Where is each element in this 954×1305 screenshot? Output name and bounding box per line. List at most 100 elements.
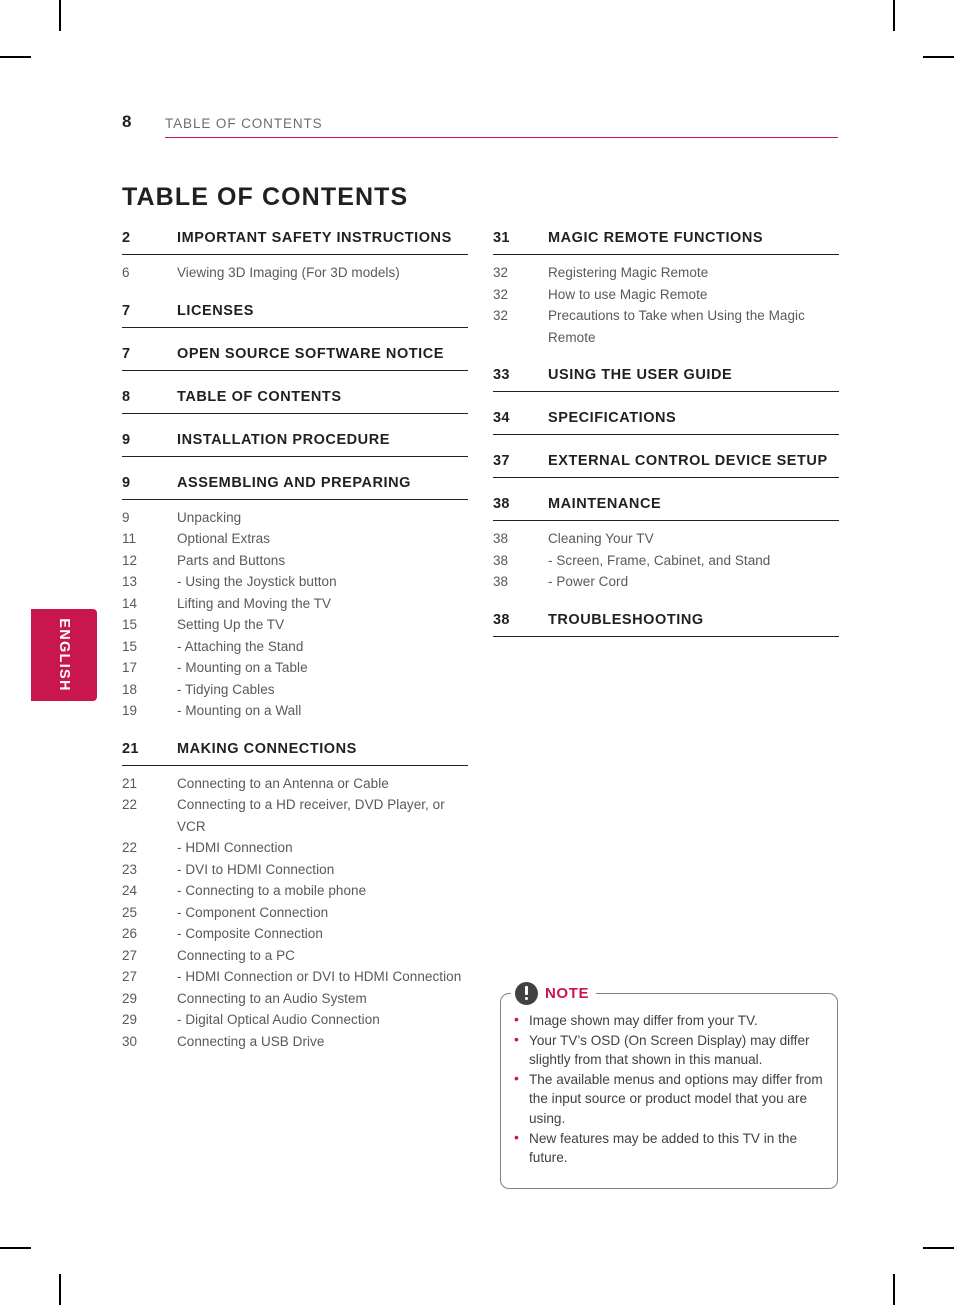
- toc-entry-label: - HDMI Connection: [177, 840, 293, 855]
- toc-entry-label: - Component Connection: [177, 904, 329, 920]
- page-title: TABLE OF CONTENTS: [122, 182, 409, 211]
- toc-entry[interactable]: 24 - Connecting to a mobile phone: [122, 880, 468, 902]
- toc-entry[interactable]: 13 - Using the Joystick button: [122, 571, 468, 593]
- toc-entry-page-number: 6: [122, 265, 130, 280]
- toc-entry-label: - Attaching the Stand: [177, 638, 304, 654]
- toc-entry-list: 32 Registering Magic Remote 32 How to use M…: [493, 262, 839, 348]
- crop-mark-top-right-horizontal: [923, 56, 954, 58]
- toc-entry[interactable]: 22 - HDMI Connection: [122, 837, 468, 859]
- toc-entry[interactable]: 29 Connecting to an Audio System: [122, 988, 468, 1010]
- toc-entry-page-number: 12: [122, 552, 138, 568]
- toc-entry-label: Lifting and Moving the TV: [177, 595, 332, 611]
- toc-entry-list: 38 Cleaning Your TV 38 - Screen, Frame, Cab…: [493, 528, 839, 593]
- toc-entry[interactable]: 32 Precautions to Take when Using the Mag…: [493, 305, 839, 348]
- toc-entry[interactable]: 22 Connecting to a HD receiver, DVD Playe…: [122, 794, 468, 837]
- toc-entry-page-number: 22: [122, 797, 138, 812]
- exclamation-circle-icon: [515, 981, 538, 1005]
- toc-section-title: MAGIC REMOTE FUNCTIONS: [548, 230, 764, 246]
- toc-entry-page-number: 32: [493, 265, 509, 280]
- toc-entry[interactable]: 14 Lifting and Moving the TV: [122, 593, 468, 615]
- language-tab: ENGLISH: [31, 609, 97, 701]
- toc-entry-page-number: 38: [493, 574, 509, 589]
- toc-entry-label: Precautions to Take when Using the Magic…: [548, 308, 805, 345]
- toc-section-heading[interactable]: 7 LICENSES: [122, 301, 468, 328]
- toc-section-page-number: 21: [122, 740, 139, 757]
- toc-entry[interactable]: 23 - DVI to HDMI Connection: [122, 859, 468, 881]
- toc-entry[interactable]: 38 - Power Cord: [493, 571, 839, 593]
- toc-entry[interactable]: 17 - Mounting on a Table: [122, 657, 468, 679]
- toc-column-right: 31 MAGIC REMOTE FUNCTIONS 32 Registering Ma…: [493, 228, 839, 637]
- toc-entry[interactable]: 27 - HDMI Connection or DVI to HDMI Conne…: [122, 966, 468, 988]
- toc-section-heading[interactable]: 37 EXTERNAL CONTROL DEVICE SETUP: [493, 451, 839, 478]
- toc-entry[interactable]: 27 Connecting to a PC: [122, 945, 468, 967]
- crop-mark-bottom-right-horizontal: [923, 1247, 954, 1249]
- toc-section: 9 INSTALLATION PROCEDURE: [122, 430, 468, 457]
- toc-entry[interactable]: 11 Optional Extras: [122, 528, 468, 550]
- toc-section-page-number: 38: [493, 611, 510, 628]
- toc-entry-list: 9 Unpacking 11 Optional Extras 12 Parts and B…: [122, 507, 468, 722]
- toc-entry[interactable]: 32 How to use Magic Remote: [493, 284, 839, 306]
- toc-section-heading[interactable]: 21 MAKING CONNECTIONS: [122, 739, 468, 766]
- toc-section-heading[interactable]: 31 MAGIC REMOTE FUNCTIONS: [493, 228, 839, 255]
- toc-entry-label: Connecting to a HD receiver, DVD Player,…: [177, 797, 445, 834]
- toc-entry[interactable]: 29 - Digital Optical Audio Connection: [122, 1009, 468, 1031]
- toc-entry-page-number: 22: [122, 840, 138, 855]
- toc-section-page-number: 31: [493, 230, 510, 246]
- note-header: NOTE: [511, 978, 597, 1008]
- toc-entry-label: - Power Cord: [548, 574, 629, 589]
- toc-section-heading[interactable]: 2 IMPORTANT SAFETY INSTRUCTIONS: [122, 228, 468, 255]
- toc-entry[interactable]: 19 - Mounting on a Wall: [122, 700, 468, 722]
- toc-entry-page-number: 15: [122, 617, 138, 632]
- toc-section-page-number: 2: [122, 230, 131, 246]
- toc-section: 7 OPEN SOURCE SOFTWARE NOTICE: [122, 344, 468, 371]
- toc-entry[interactable]: 12 Parts and Buttons: [122, 550, 468, 572]
- toc-section-title: TROUBLESHOOTING: [548, 611, 704, 628]
- toc-entry-label: - Connecting to a mobile phone: [177, 883, 367, 898]
- toc-section-title: LICENSES: [177, 302, 254, 319]
- toc-entry-page-number: 38: [493, 552, 509, 568]
- toc-entry[interactable]: 6 Viewing 3D Imaging (For 3D models): [122, 262, 468, 284]
- note-bullet: The available menus and options may diff…: [513, 1069, 823, 1129]
- toc-entry[interactable]: 25 - Component Connection: [122, 902, 468, 924]
- toc-section-title: IMPORTANT SAFETY INSTRUCTIONS: [177, 230, 452, 246]
- running-head: 8 TABLE OF CONTENTS: [122, 112, 838, 140]
- toc-entry[interactable]: 38 Cleaning Your TV: [493, 528, 839, 550]
- toc-entry-label: Connecting to a PC: [177, 947, 295, 963]
- toc-entry[interactable]: 15 Setting Up the TV: [122, 614, 468, 636]
- toc-entry[interactable]: 38 - Screen, Frame, Cabinet, and Stand: [493, 550, 839, 572]
- toc-section-title: ASSEMBLING AND PREPARING: [177, 474, 411, 491]
- toc-entry[interactable]: 18 - Tidying Cables: [122, 679, 468, 701]
- toc-entry[interactable]: 30 Connecting a USB Drive: [122, 1031, 468, 1053]
- toc-section-page-number: 34: [493, 410, 510, 426]
- toc-entry-list: 6 Viewing 3D Imaging (For 3D models): [122, 262, 468, 284]
- note-bullet: Image shown may differ from your TV.: [513, 1010, 823, 1031]
- toc-section: 31 MAGIC REMOTE FUNCTIONS 32 Registering Ma…: [493, 228, 839, 348]
- toc-entry-page-number: 14: [122, 595, 138, 611]
- crop-mark-top-left-vertical: [59, 0, 61, 31]
- toc-section-title: INSTALLATION PROCEDURE: [177, 431, 390, 448]
- toc-section-heading[interactable]: 8 TABLE OF CONTENTS: [122, 387, 468, 414]
- toc-entry-label: Viewing 3D Imaging (For 3D models): [177, 265, 400, 280]
- toc-entry-label: Parts and Buttons: [177, 552, 286, 568]
- toc-entry[interactable]: 32 Registering Magic Remote: [493, 262, 839, 284]
- toc-section-heading[interactable]: 38 TROUBLESHOOTING: [493, 610, 839, 637]
- toc-entry[interactable]: 21 Connecting to an Antenna or Cable: [122, 773, 468, 795]
- toc-section: 8 TABLE OF CONTENTS: [122, 387, 468, 414]
- toc-section-page-number: 7: [122, 345, 131, 362]
- toc-entry-page-number: 29: [122, 1012, 138, 1027]
- toc-entry[interactable]: 26 - Composite Connection: [122, 923, 468, 945]
- toc-entry[interactable]: 15 - Attaching the Stand: [122, 636, 468, 658]
- toc-entry-page-number: 21: [122, 775, 138, 791]
- toc-entry[interactable]: 9 Unpacking: [122, 507, 468, 529]
- toc-section-heading[interactable]: 38 MAINTENANCE: [493, 494, 839, 521]
- toc-section-heading[interactable]: 33 USING THE USER GUIDE: [493, 365, 839, 392]
- toc-section-heading[interactable]: 7 OPEN SOURCE SOFTWARE NOTICE: [122, 344, 468, 371]
- running-head-rule: [165, 137, 838, 139]
- toc-entry-label: - Mounting on a Table: [177, 660, 308, 675]
- toc-section-heading[interactable]: 9 ASSEMBLING AND PREPARING: [122, 473, 468, 500]
- toc-section-title: MAINTENANCE: [548, 496, 662, 512]
- toc-section-heading[interactable]: 9 INSTALLATION PROCEDURE: [122, 430, 468, 457]
- note-bullet: Your TV’s OSD (On Screen Display) may di…: [513, 1030, 823, 1070]
- toc-entry-label: - DVI to HDMI Connection: [177, 861, 335, 877]
- toc-section-heading[interactable]: 34 SPECIFICATIONS: [493, 408, 839, 435]
